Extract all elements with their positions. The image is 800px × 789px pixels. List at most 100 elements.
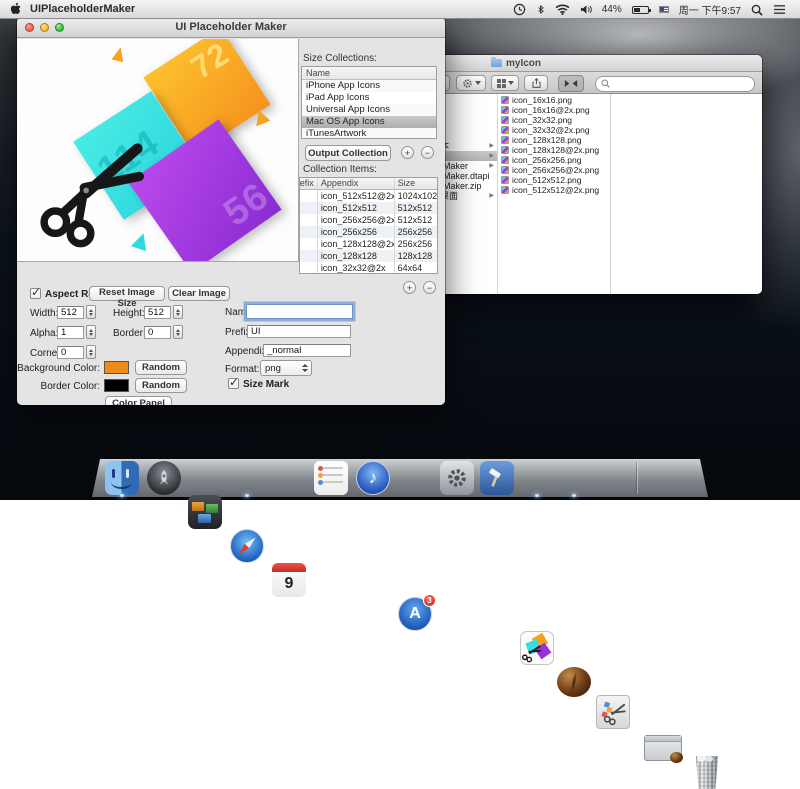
dock-ui-placeholder-maker-icon[interactable] [520, 631, 554, 665]
corner-stepper[interactable] [86, 345, 96, 359]
border-input[interactable] [144, 326, 171, 339]
output-collection-button[interactable]: Output Collection [305, 145, 391, 161]
appendix-input[interactable] [263, 344, 351, 357]
header-size[interactable]: Size [395, 178, 437, 189]
dock-launchpad-icon[interactable] [147, 461, 181, 495]
collection-row[interactable]: Universal App Icons [302, 104, 436, 116]
zoom-button[interactable] [55, 23, 64, 32]
column-divider[interactable] [610, 94, 611, 294]
header-appendix[interactable]: Appendix [318, 178, 395, 189]
file-icon [501, 106, 509, 114]
bluetooth-icon[interactable] [536, 3, 545, 16]
battery-icon[interactable] [632, 6, 649, 14]
alpha-stepper[interactable] [86, 325, 96, 339]
dock-grab-app-icon[interactable] [596, 695, 630, 729]
dock-app-store-icon[interactable]: A 3 [398, 597, 432, 631]
gear-icon [446, 467, 468, 489]
notification-center-icon[interactable] [773, 4, 786, 15]
collection-item-row[interactable]: icon_512x512512x512 [300, 202, 437, 214]
file-row[interactable]: icon_256x256.png [501, 155, 609, 165]
close-button[interactable] [25, 23, 34, 32]
file-row[interactable]: icon_16x16@2x.png [501, 105, 609, 115]
width-stepper[interactable] [86, 305, 96, 319]
action-gear-button[interactable] [456, 75, 486, 91]
border-random-button[interactable]: Random [135, 378, 187, 393]
share-button[interactable] [524, 75, 548, 91]
file-row[interactable]: icon_256x256@2x.png [501, 165, 609, 175]
image-preview[interactable]: 72 114 56 [17, 39, 299, 262]
prefix-input[interactable] [247, 325, 351, 338]
remove-item-button[interactable]: − [423, 281, 436, 294]
menu-clock[interactable]: 周一 下午9:57 [679, 2, 741, 17]
aspect-ratio-checkbox[interactable]: ✓ [30, 288, 41, 299]
dock-minimized-window[interactable] [644, 735, 682, 761]
collapse-arrows-button[interactable] [558, 75, 584, 92]
file-row[interactable]: icon_32x32@2x.png [501, 125, 609, 135]
height-input[interactable] [144, 306, 171, 319]
dock-safari-icon[interactable] [230, 529, 264, 563]
collection-item-row[interactable]: icon_128x128@2x256x256 [300, 238, 437, 250]
height-stepper[interactable] [173, 305, 183, 319]
column-divider[interactable] [497, 94, 498, 294]
finder-search-field[interactable] [595, 76, 755, 92]
format-dropdown[interactable]: png [260, 360, 312, 376]
spotlight-search-icon[interactable] [751, 4, 763, 16]
dock-trash-icon[interactable] [693, 756, 721, 789]
size-mark-checkbox[interactable]: ✓ [228, 378, 239, 389]
disclosure-arrow-icon: ▶ [489, 191, 494, 201]
wifi-icon[interactable] [555, 4, 570, 15]
add-item-button[interactable]: + [403, 281, 416, 294]
app-titlebar[interactable]: UI Placeholder Maker [17, 17, 445, 38]
dock-coffee-bean-app-icon[interactable] [557, 667, 591, 697]
background-random-button[interactable]: Random [135, 360, 187, 375]
reset-image-size-button[interactable]: Reset Image Size [89, 286, 165, 301]
collection-item-row[interactable]: icon_512x512@2x1024x1024 [300, 190, 437, 202]
triangle-decoration [256, 110, 272, 128]
apple-menu-icon[interactable] [10, 2, 22, 16]
corner-input[interactable] [57, 346, 84, 359]
collection-item-row[interactable]: icon_128x128128x128 [300, 250, 437, 262]
minimize-button[interactable] [40, 23, 49, 32]
file-row[interactable]: icon_16x16.png [501, 95, 609, 105]
collection-item-row[interactable]: icon_256x256256x256 [300, 226, 437, 238]
file-row[interactable]: icon_512x512.png [501, 175, 609, 185]
collection-row[interactable]: iPad App Icons [302, 92, 436, 104]
dock-reminders-icon[interactable] [314, 461, 348, 495]
item-arrange-button[interactable] [491, 75, 519, 91]
finder-search-input[interactable] [610, 79, 740, 89]
collection-row[interactable]: iPhone App Icons [302, 80, 436, 92]
dock-xcode-icon[interactable] [480, 461, 514, 495]
file-name: icon_16x16.png [512, 95, 572, 105]
remove-collection-button[interactable]: − [421, 146, 434, 159]
border-stepper[interactable] [173, 325, 183, 339]
header-prefix[interactable]: Prefix [300, 178, 318, 189]
add-collection-button[interactable]: + [401, 146, 414, 159]
file-row[interactable]: icon_512x512@2x.png [501, 185, 609, 195]
name-input[interactable] [246, 304, 353, 319]
input-language-flag-icon[interactable] [659, 6, 669, 13]
cell-size: 128x128 [395, 250, 437, 262]
collection-row[interactable]: iTunesArtwork [302, 128, 436, 139]
time-machine-icon[interactable] [513, 3, 526, 16]
file-row[interactable]: icon_128x128.png [501, 135, 609, 145]
dock-itunes-icon[interactable]: ♪ [356, 461, 390, 495]
dock-finder-icon[interactable] [105, 461, 139, 495]
collection-row[interactable]: Mac OS App Icons [302, 116, 436, 128]
collection-item-row[interactable]: icon_256x256@2x512x512 [300, 214, 437, 226]
border-color-swatch[interactable] [104, 379, 129, 392]
list-column-header[interactable]: Name [302, 67, 436, 80]
alpha-input[interactable] [57, 326, 84, 339]
table-header[interactable]: Prefix Appendix Size [300, 178, 437, 190]
clear-image-button[interactable]: Clear Image [168, 286, 230, 301]
color-panel-button[interactable]: Color Panel [105, 396, 172, 405]
menu-app-name[interactable]: UIPlaceholderMaker [30, 3, 135, 15]
width-input[interactable] [57, 306, 84, 319]
dock-mission-control-icon[interactable] [188, 495, 222, 529]
background-color-swatch[interactable] [104, 361, 129, 374]
dock-system-preferences-icon[interactable] [440, 461, 474, 495]
volume-icon[interactable] [580, 4, 592, 15]
dock-calendar-icon[interactable]: 9 [272, 563, 306, 597]
collection-item-row[interactable]: icon_32x32@2x64x64 [300, 262, 437, 274]
file-row[interactable]: icon_32x32.png [501, 115, 609, 125]
file-row[interactable]: icon_128x128@2x.png [501, 145, 609, 155]
